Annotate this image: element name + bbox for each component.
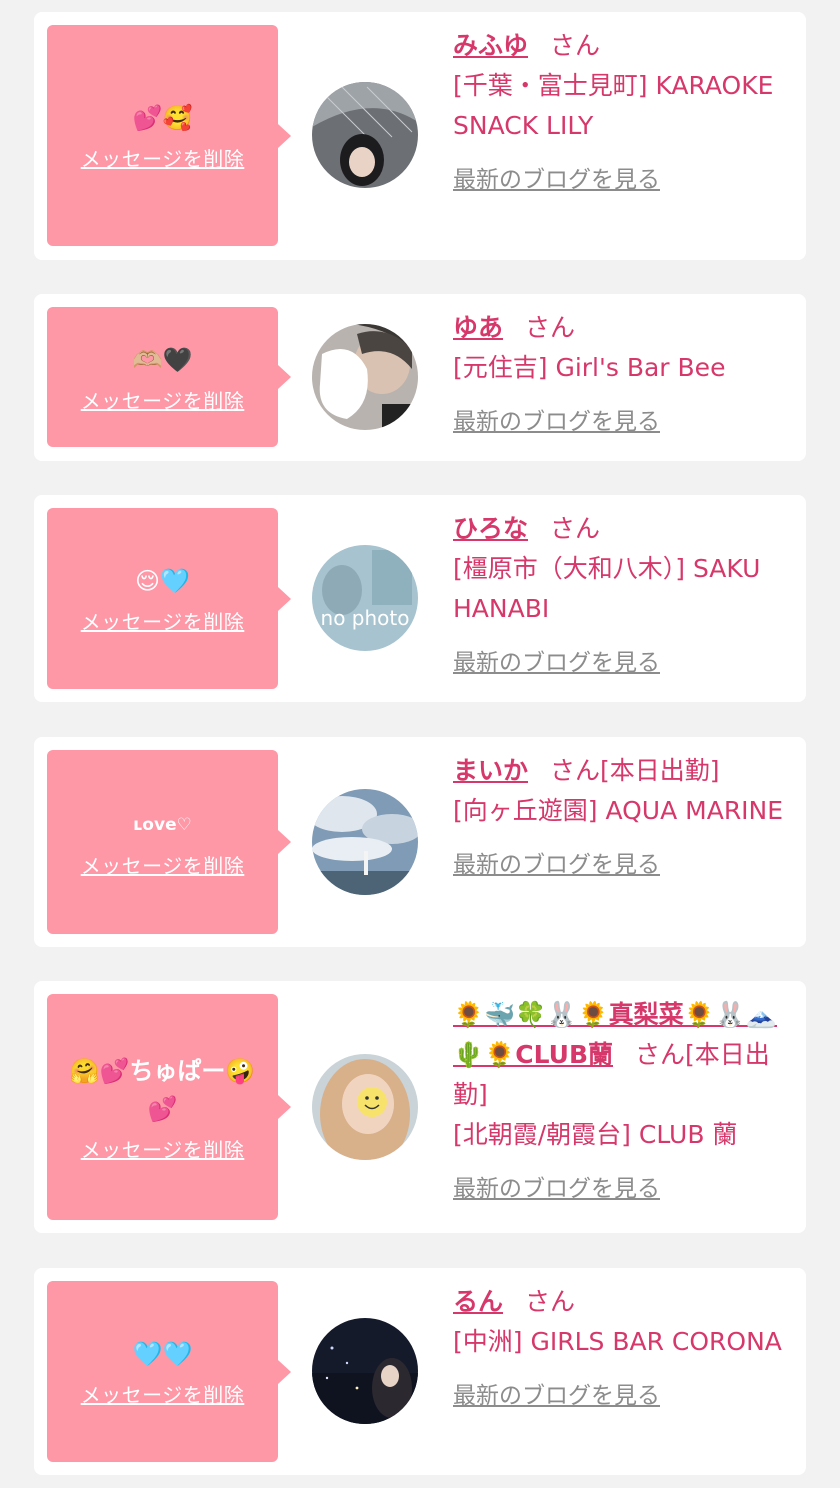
latest-blog-link[interactable]: 最新のブログを見る bbox=[453, 643, 660, 677]
name-line: ひろな さん bbox=[453, 509, 793, 549]
delete-message-link[interactable]: メッセージを削除 bbox=[81, 1134, 245, 1163]
message-bubble: 🩵🩵 メッセージを削除 bbox=[47, 1281, 291, 1462]
status-tag: [本日出勤] bbox=[600, 756, 720, 785]
honorific: さん bbox=[550, 31, 601, 60]
shop-label: [中洲] GIRLS BAR CORONA bbox=[453, 1327, 782, 1356]
no-photo-text: no photo bbox=[321, 606, 410, 630]
message-text: 🫶🏼🖤 bbox=[132, 345, 193, 374]
message-card: 🩵🩵 メッセージを削除 るん さん [中洲] GIRLS BAR CORONA 最… bbox=[34, 1268, 806, 1475]
latest-blog-link[interactable]: 最新のブログを見る bbox=[453, 402, 660, 436]
shop-label: [元住吉] Girl's Bar Bee bbox=[453, 353, 726, 382]
avatar[interactable] bbox=[312, 82, 418, 188]
delete-message-link[interactable]: メッセージを削除 bbox=[81, 850, 245, 879]
message-text: 🩵🩵 bbox=[132, 1340, 193, 1368]
cast-name-link[interactable]: まいか bbox=[453, 756, 528, 785]
shop-label: [千葉・富士見町] KARAOKE SNACK LILY bbox=[453, 71, 774, 140]
latest-blog-link[interactable]: 最新のブログを見る bbox=[453, 845, 660, 879]
profile-info: まいか さん[本日出勤] [向ヶ丘遊園] AQUA MARINE 最新のブログを見… bbox=[453, 751, 793, 879]
name-line: ゆあ さん bbox=[453, 308, 793, 348]
avatar[interactable] bbox=[312, 789, 418, 895]
cast-name-link[interactable]: ひろな bbox=[453, 514, 528, 543]
latest-blog-link[interactable]: 最新のブログを見る bbox=[453, 1376, 660, 1410]
cast-name-link[interactable]: ゆあ bbox=[453, 313, 503, 342]
profile-info: みふゆ さん [千葉・富士見町] KARAOKE SNACK LILY 最新のブロ… bbox=[453, 26, 793, 194]
shop-label: [北朝霞/朝霞台] CLUB 蘭 bbox=[453, 1120, 738, 1149]
honorific: さん bbox=[550, 756, 601, 785]
latest-blog-link[interactable]: 最新のブログを見る bbox=[453, 1169, 660, 1203]
message-card: 😌🩵 メッセージを削除 no photo ひろな さん [橿原市（大和八木）] S… bbox=[34, 495, 806, 702]
cast-name-link[interactable]: みふゆ bbox=[453, 31, 528, 60]
avatar-placeholder[interactable]: no photo bbox=[312, 545, 418, 651]
message-card: 🤗💕ちゅぱー🤪 💕 メッセージを削除 🌻🐳🍀🐰🌻真梨菜🌻🐰🗻🌵🌻CLUB蘭 さん[… bbox=[34, 981, 806, 1233]
delete-message-link[interactable]: メッセージを削除 bbox=[81, 143, 245, 172]
message-card: ʟove♡ メッセージを削除 まいか さん[本日出勤] [向ヶ丘遊園] AQUA … bbox=[34, 737, 806, 947]
message-bubble: 💕🥰 メッセージを削除 bbox=[47, 25, 291, 246]
name-line: みふゆ さん bbox=[453, 26, 793, 66]
message-bubble: 😌🩵 メッセージを削除 bbox=[47, 508, 291, 689]
shop-label: [向ヶ丘遊園] AQUA MARINE bbox=[453, 796, 784, 825]
profile-info: ゆあ さん [元住吉] Girl's Bar Bee 最新のブログを見る bbox=[453, 308, 793, 436]
avatar[interactable] bbox=[312, 1054, 418, 1160]
message-text: ʟove♡ bbox=[133, 814, 192, 835]
name-line: るん さん bbox=[453, 1282, 793, 1322]
honorific: さん bbox=[550, 514, 601, 543]
message-bubble: 🫶🏼🖤 メッセージを削除 bbox=[47, 307, 291, 447]
message-text: 🤗💕ちゅぱー🤪 💕 bbox=[69, 1056, 256, 1123]
avatar[interactable] bbox=[312, 324, 418, 430]
honorific: さん bbox=[525, 313, 576, 342]
honorific: さん bbox=[635, 1040, 686, 1069]
avatar[interactable] bbox=[312, 1318, 418, 1424]
message-card: 💕🥰 メッセージを削除 みふゆ さん [千葉・富士見町] KARAOKE SNAC… bbox=[34, 12, 806, 260]
delete-message-link[interactable]: メッセージを削除 bbox=[81, 1379, 245, 1408]
profile-info: るん さん [中洲] GIRLS BAR CORONA 最新のブログを見る bbox=[453, 1282, 793, 1410]
honorific: さん bbox=[525, 1287, 576, 1316]
profile-info: 🌻🐳🍀🐰🌻真梨菜🌻🐰🗻🌵🌻CLUB蘭 さん[本日出勤] [北朝霞/朝霞台] CLU… bbox=[453, 995, 793, 1203]
delete-message-link[interactable]: メッセージを削除 bbox=[81, 606, 245, 635]
profile-info: ひろな さん [橿原市（大和八木）] SAKU HANABI 最新のブログを見る bbox=[453, 509, 793, 677]
message-bubble: 🤗💕ちゅぱー🤪 💕 メッセージを削除 bbox=[47, 994, 291, 1220]
latest-blog-link[interactable]: 最新のブログを見る bbox=[453, 160, 660, 194]
cast-name-link[interactable]: るん bbox=[453, 1287, 503, 1316]
shop-label: [橿原市（大和八木）] SAKU HANABI bbox=[453, 554, 761, 623]
message-text: 😌🩵 bbox=[135, 567, 190, 595]
name-line: 🌻🐳🍀🐰🌻真梨菜🌻🐰🗻🌵🌻CLUB蘭 さん[本日出勤] bbox=[453, 995, 793, 1115]
message-card: 🫶🏼🖤 メッセージを削除 ゆあ さん [元住吉] Girl's Bar Bee 最… bbox=[34, 294, 806, 461]
name-line: まいか さん[本日出勤] bbox=[453, 751, 793, 791]
message-text: 💕🥰 bbox=[132, 104, 193, 132]
message-bubble: ʟove♡ メッセージを削除 bbox=[47, 750, 291, 934]
delete-message-link[interactable]: メッセージを削除 bbox=[81, 385, 245, 414]
